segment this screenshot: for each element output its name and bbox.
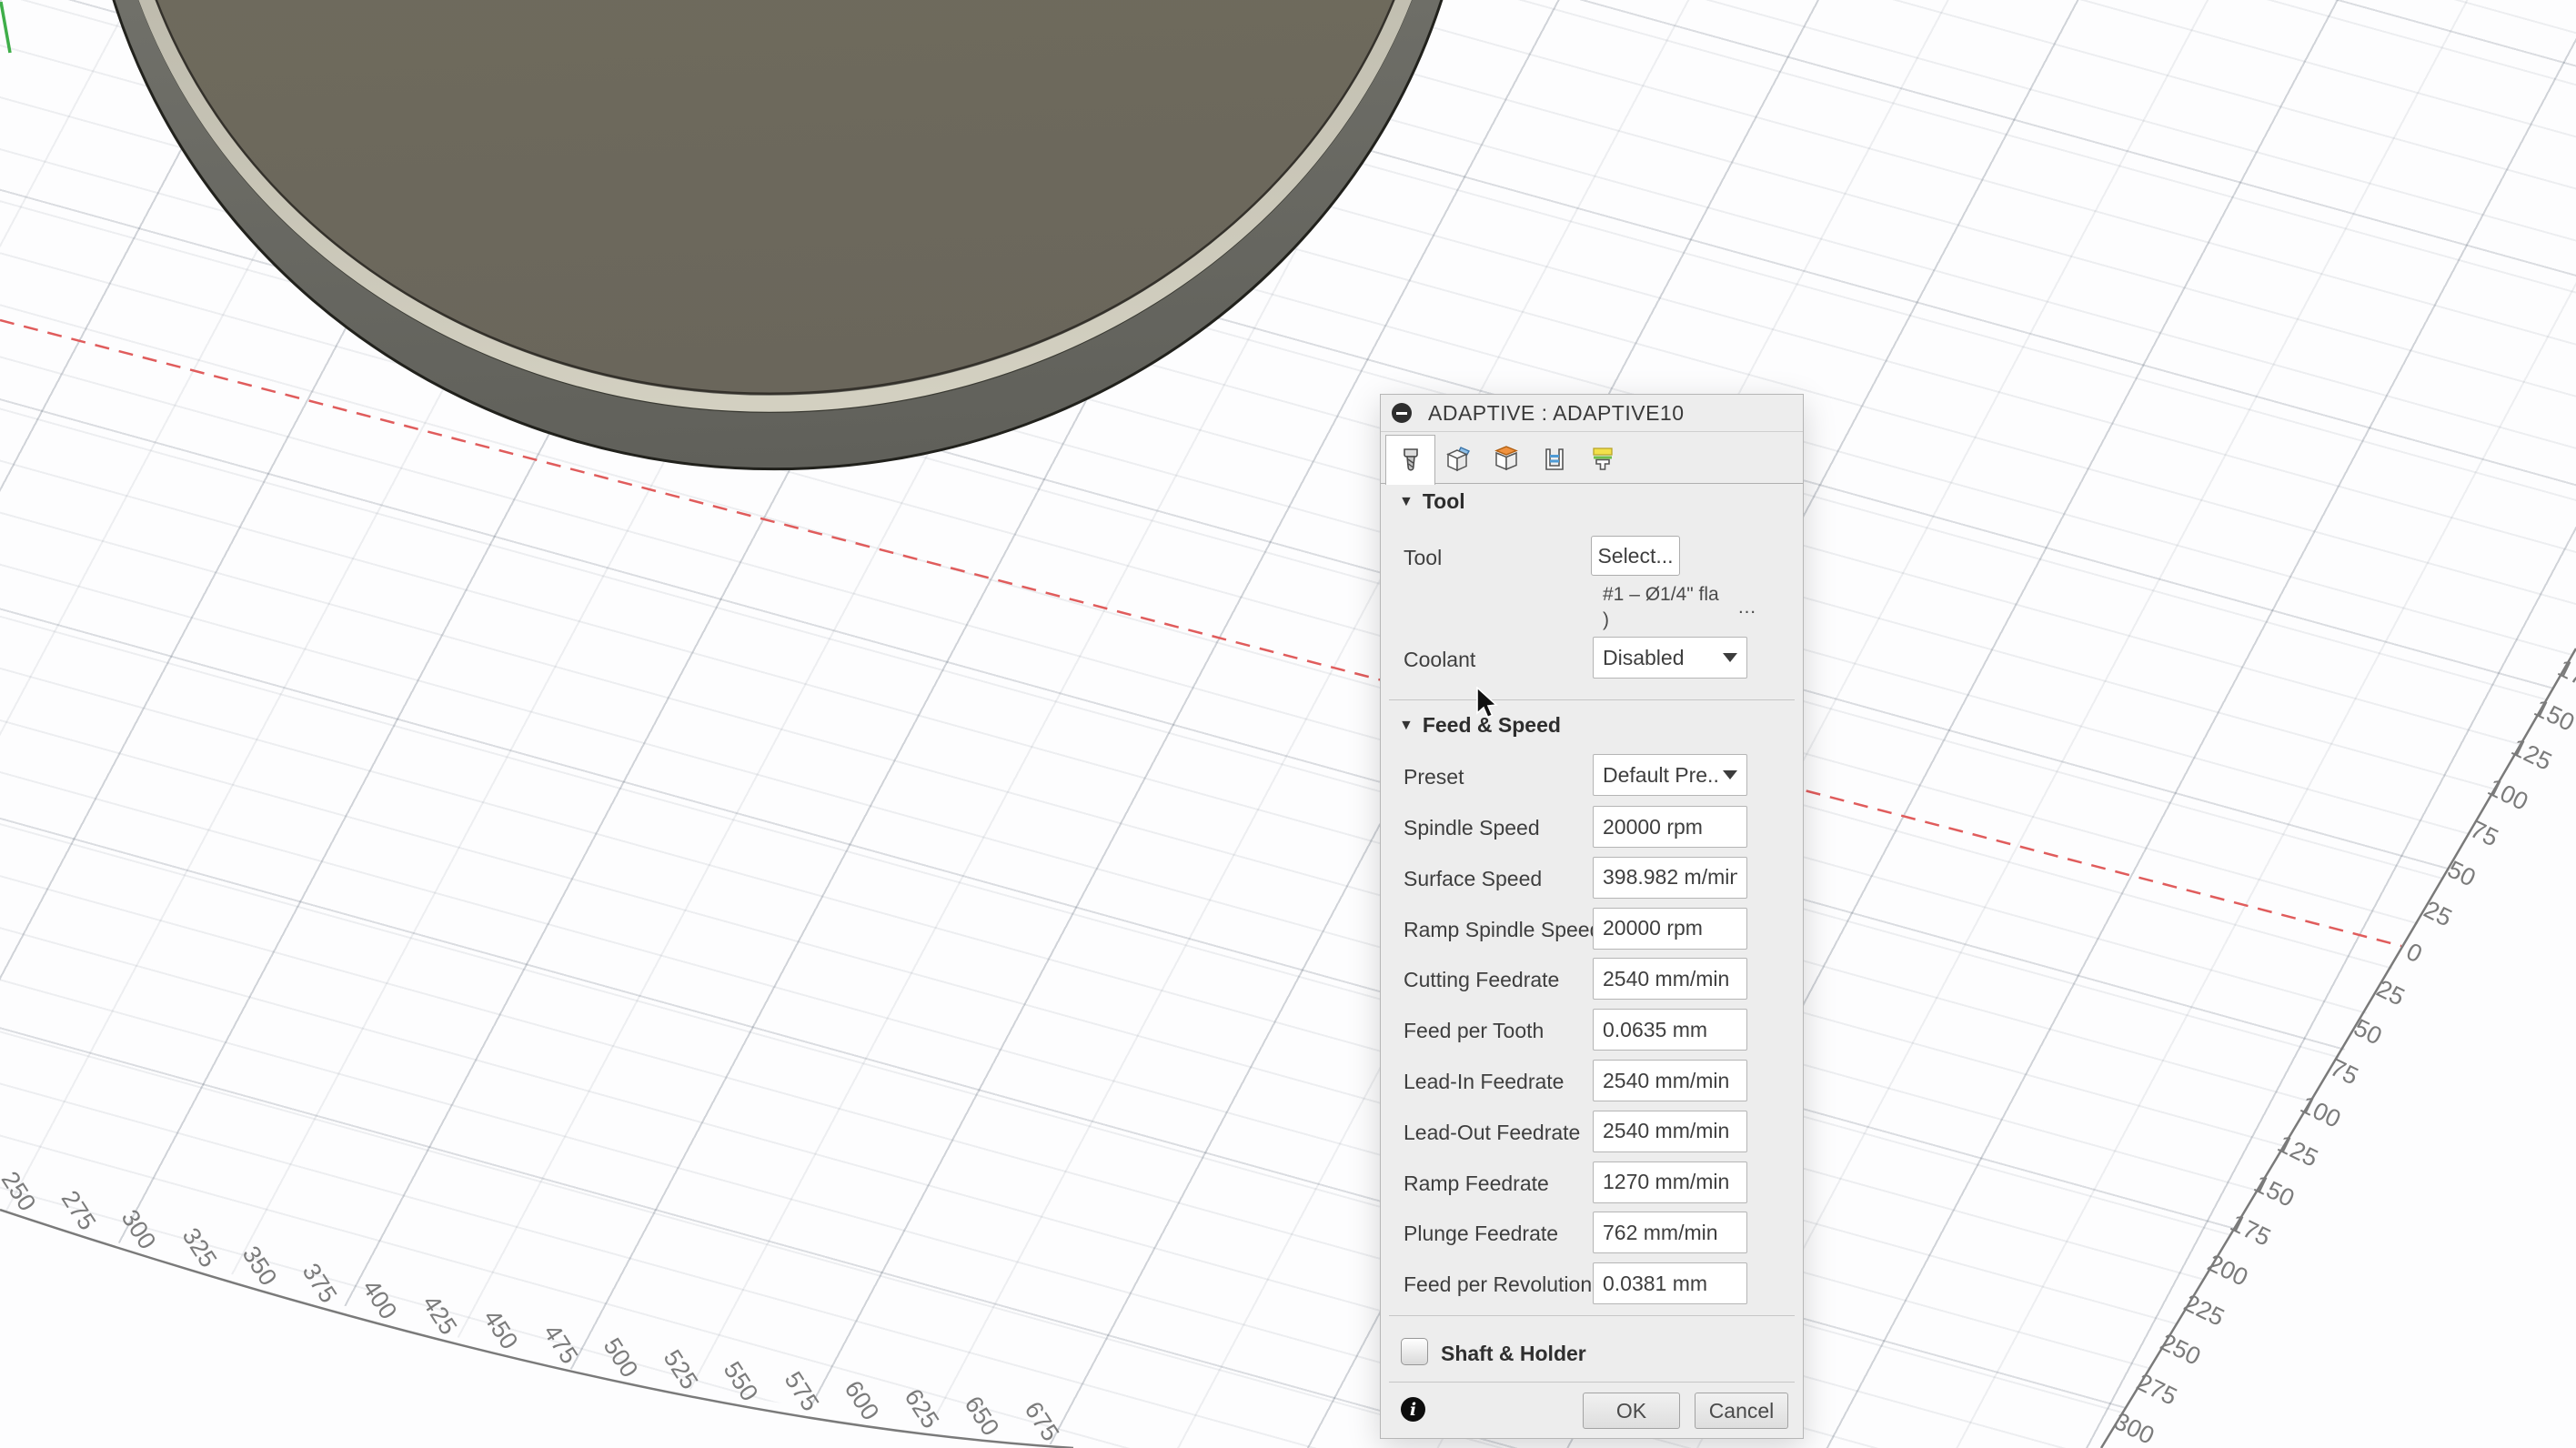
tool-description-line1: #1 – Ø1/4" fla [1603,584,1719,605]
divider [1389,1315,1795,1316]
tab-passes[interactable] [1530,435,1578,483]
field-input[interactable] [1593,1262,1747,1305]
tabstrip-border [1381,483,1803,484]
field-input[interactable] [1593,1060,1747,1101]
field-input[interactable] [1593,1161,1747,1203]
field-label: Feed per Revolution [1404,1272,1593,1297]
tool-label: Tool [1404,546,1443,569]
chevron-down-icon: ▼ [1399,493,1414,509]
field-label: Ramp Feedrate [1404,1171,1549,1195]
linking-icon [1592,447,1613,470]
field-label: Lead-Out Feedrate [1404,1120,1581,1144]
field-label: Feed per Tooth [1404,1019,1545,1043]
coolant-label: Coolant [1404,648,1476,671]
field-input[interactable] [1593,806,1747,848]
chevron-down-icon [1723,653,1737,662]
preset-dropdown[interactable]: Default Pre... [1593,754,1747,796]
fusion-cam-viewport[interactable]: 250 275 300 325 350 375 400 425 450 475 500 525 550 5… [0,0,2576,1448]
section-header-tool[interactable]: ▼ Tool [1399,489,1465,514]
ok-button[interactable]: OK [1583,1393,1680,1429]
coolant-dropdown[interactable]: Disabled [1593,637,1747,679]
field-label: Surface Speed [1404,866,1543,890]
tool-select-button[interactable]: Select... [1591,536,1680,576]
field-label: Lead-In Feedrate [1404,1070,1565,1093]
adaptive-dialog: ADAPTIVE : ADAPTIVE10 ▼ Tool Tool Select… [1380,394,1804,1439]
geometry-cube-icon [1445,446,1470,471]
tab-geometry[interactable] [1434,435,1482,483]
divider [1389,699,1795,700]
field-input[interactable] [1593,1009,1747,1051]
tab-tool[interactable] [1385,435,1435,485]
chevron-down-icon: ▼ [1399,717,1414,733]
field-label: Cutting Feedrate [1404,968,1560,992]
field-input[interactable] [1593,1212,1747,1254]
tool-bit-icon [1403,448,1418,471]
tab-heights[interactable] [1482,435,1530,483]
shaft-holder-checkbox[interactable] [1401,1338,1428,1365]
field-input[interactable] [1593,958,1747,1001]
passes-icon [1545,447,1564,470]
field-input[interactable] [1593,1110,1747,1152]
field-label: Ramp Spindle Speed [1404,917,1602,941]
tab-linking[interactable] [1578,435,1626,483]
heights-box-icon [1494,445,1518,470]
divider [1389,1382,1795,1383]
tool-description-ellipsis: … [1737,597,1756,618]
dialog-tabstrip [1381,431,1803,485]
field-input[interactable] [1593,907,1747,950]
mouse-cursor [1476,687,1498,719]
dialog-header[interactable]: ADAPTIVE : ADAPTIVE10 [1381,395,1803,432]
shaft-holder-label: Shaft & Holder [1441,1342,1586,1365]
field-label: Plunge Feedrate [1404,1222,1559,1246]
chevron-down-icon [1723,770,1737,779]
preset-label: Preset [1404,765,1464,789]
part-model[interactable] [0,0,1546,509]
tool-description-line2: ) [1603,609,1609,630]
collapse-icon[interactable] [1392,403,1412,423]
info-icon[interactable]: i [1401,1397,1425,1422]
field-label: Spindle Speed [1404,816,1540,840]
field-input[interactable] [1593,856,1747,899]
dialog-title: ADAPTIVE : ADAPTIVE10 [1428,400,1685,425]
cancel-button[interactable]: Cancel [1695,1393,1788,1429]
